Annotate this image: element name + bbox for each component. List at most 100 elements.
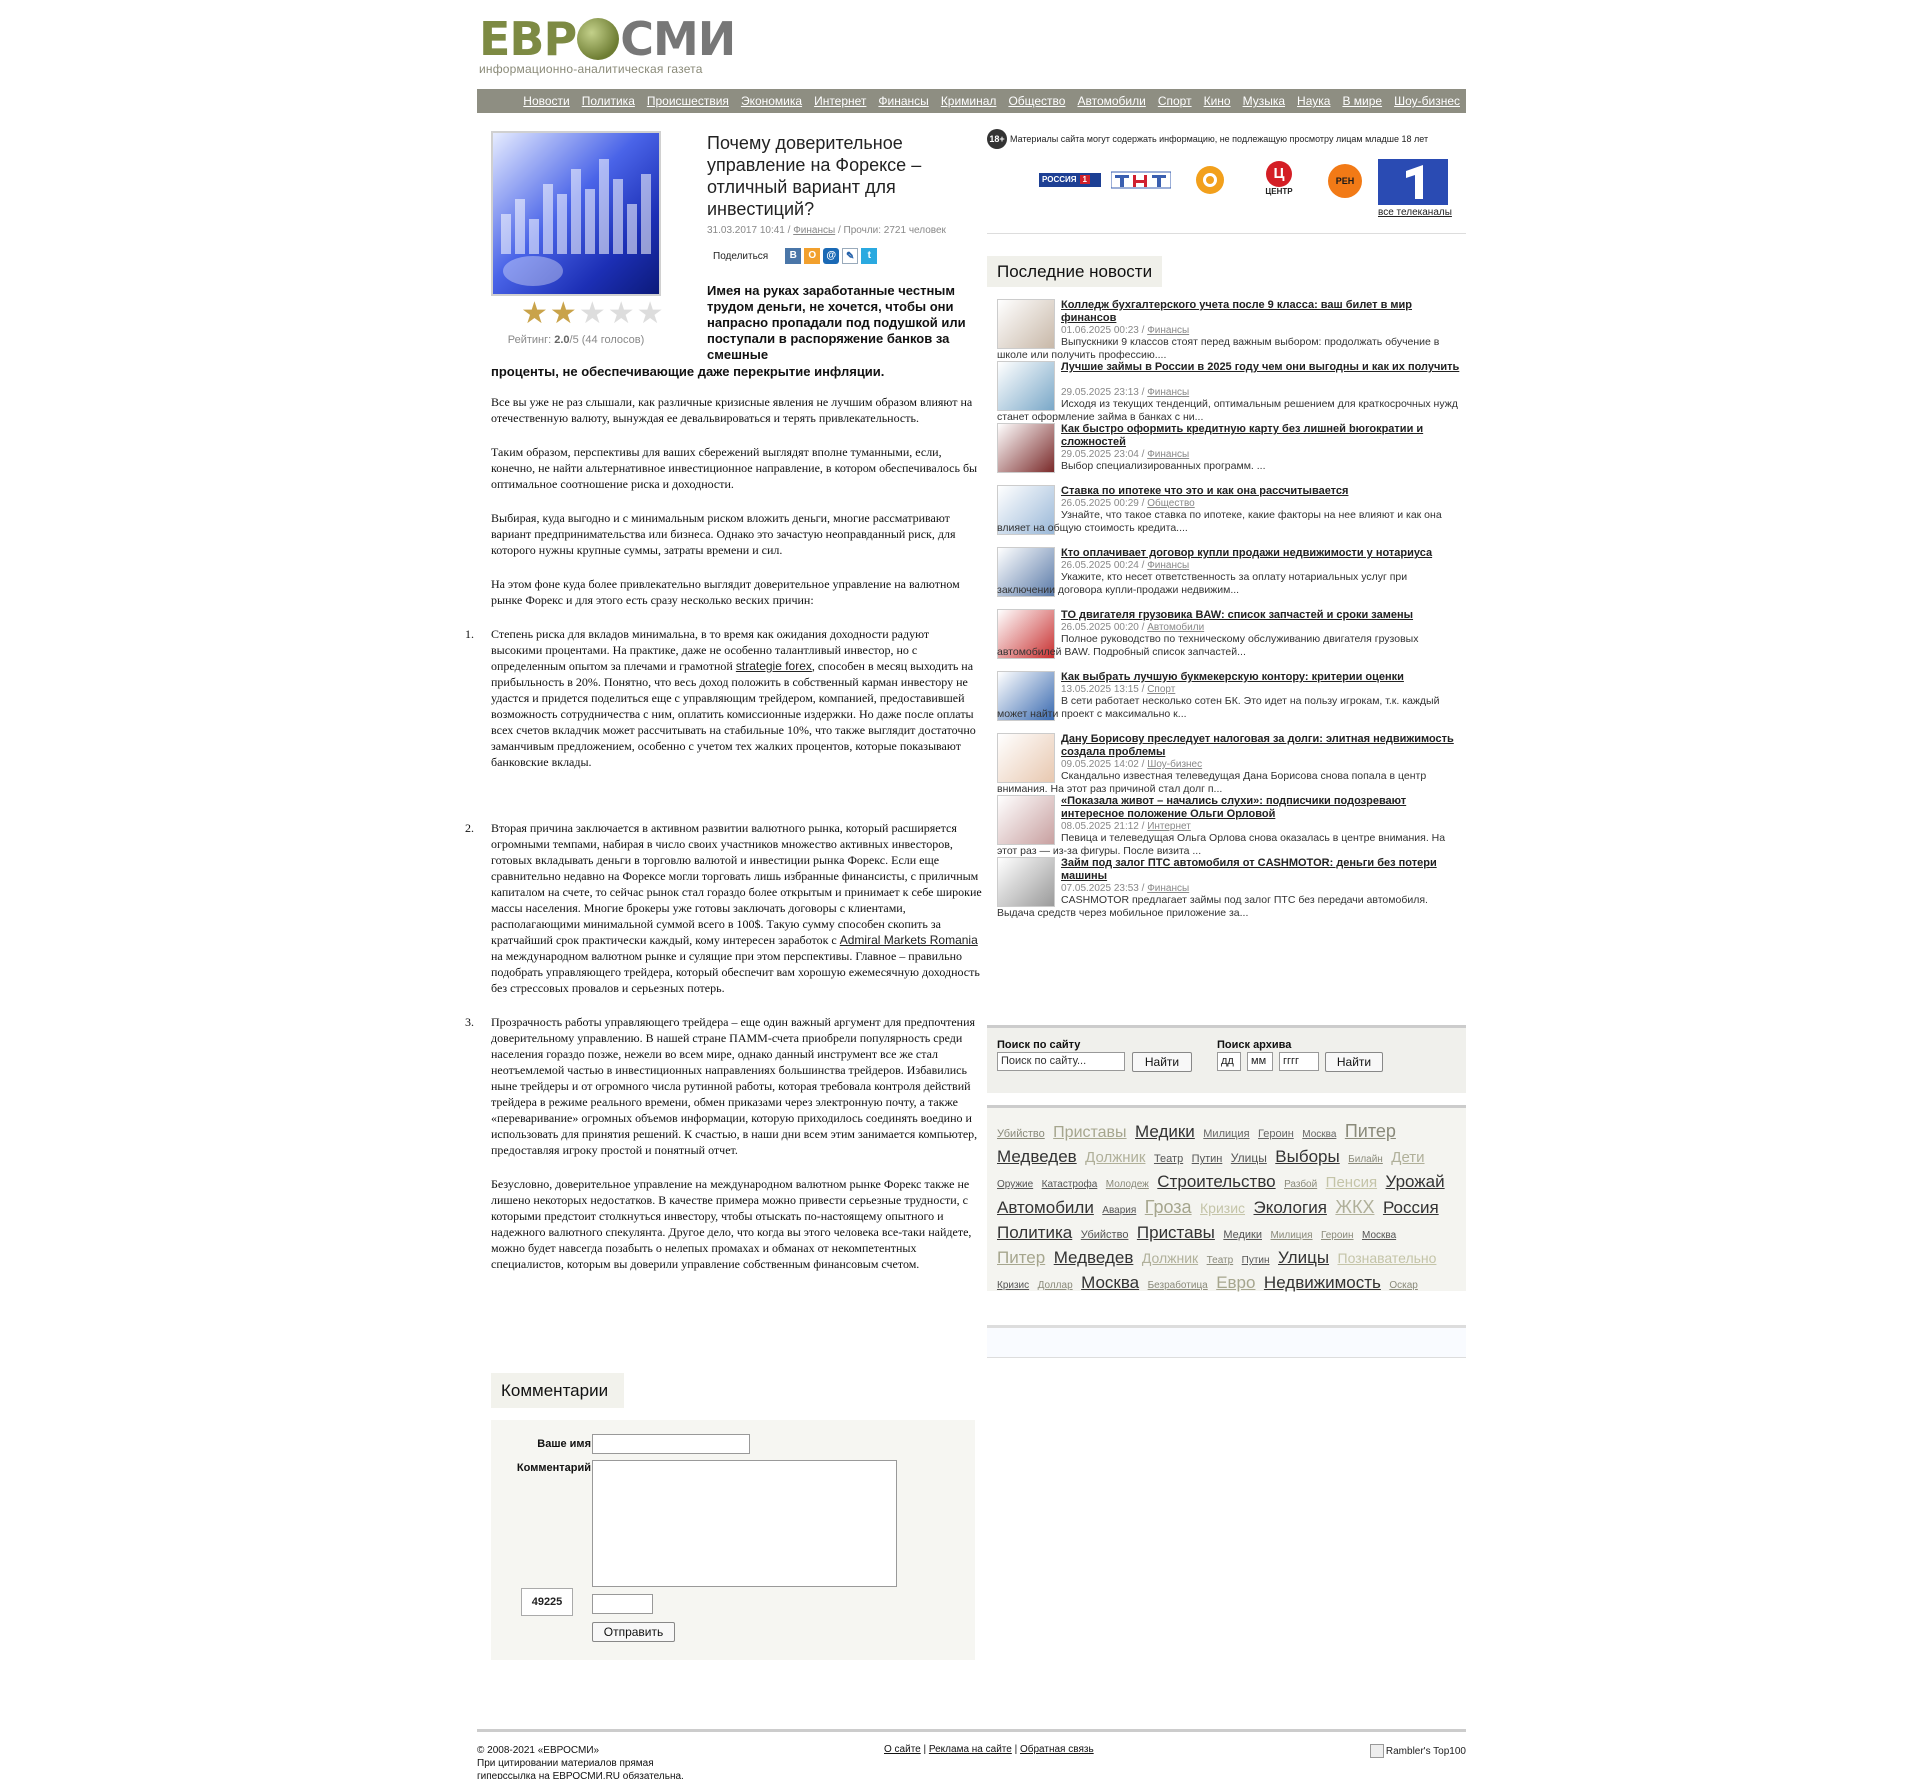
news-title-link[interactable]: ТО двигателя грузовика BAW: список запча…	[1061, 609, 1466, 622]
tnt-logo[interactable]	[1110, 169, 1172, 191]
tag-link[interactable]: Медведев	[1054, 1248, 1134, 1267]
rossiya1-logo[interactable]: РОССИЯ 1	[1039, 173, 1101, 187]
article-category-link[interactable]: Финансы	[793, 225, 835, 236]
admiral-markets-link[interactable]: Admiral Markets Romania	[840, 933, 978, 947]
news-category-link[interactable]: Автомобили	[1147, 622, 1204, 633]
news-title-link[interactable]: Как выбрать лучшую букмекерскую контору:…	[1061, 671, 1466, 684]
tag-link[interactable]: Кризис	[997, 1280, 1029, 1291]
nav-item[interactable]: Интернет	[814, 94, 866, 108]
tag-link[interactable]: Приставы	[1053, 1124, 1126, 1141]
nav-item[interactable]: Шоу-бизнес	[1394, 94, 1460, 108]
tag-link[interactable]: Москва	[1362, 1230, 1396, 1241]
archive-search-button[interactable]: Найти	[1325, 1052, 1383, 1072]
tag-link[interactable]: Недвижимость	[1264, 1273, 1381, 1292]
news-title-link[interactable]: Ставка по ипотеке что это и как она расс…	[1061, 485, 1466, 498]
nav-item[interactable]: Политика	[582, 94, 635, 108]
tag-link[interactable]: Евро	[1216, 1273, 1255, 1292]
about-link[interactable]: О сайте	[884, 1744, 921, 1755]
site-search-button[interactable]: Найти	[1132, 1052, 1192, 1072]
feedback-link[interactable]: Обратная связь	[1020, 1744, 1094, 1755]
all-channels-link[interactable]: все телеканалы	[1378, 207, 1452, 218]
odnoklassniki-icon[interactable]: О	[804, 248, 821, 264]
tag-link[interactable]: Улицы	[1231, 1151, 1267, 1165]
news-title-link[interactable]: Лучшие займы в России в 2025 году чем он…	[1061, 361, 1466, 374]
star-icon[interactable]: ★	[579, 299, 606, 329]
name-input[interactable]	[592, 1434, 750, 1454]
tag-link[interactable]: Театр	[1154, 1153, 1183, 1165]
submit-comment-button[interactable]: Отправить	[592, 1622, 675, 1642]
news-category-link[interactable]: Шоу-бизнес	[1147, 759, 1202, 770]
tag-link[interactable]: Убийство	[1081, 1229, 1129, 1241]
perviy-kanal-logo[interactable]	[1378, 159, 1448, 205]
tag-link[interactable]: Политика	[997, 1223, 1072, 1242]
tag-link[interactable]: Выборы	[1275, 1147, 1339, 1166]
ren-logo[interactable]: РЕН	[1328, 164, 1362, 198]
tag-link[interactable]: Гроза	[1145, 1197, 1192, 1217]
news-category-link[interactable]: Интернет	[1147, 821, 1191, 832]
tsentr-logo[interactable]: Ц ЦЕНТР	[1257, 161, 1301, 205]
tag-link[interactable]: Билайн	[1348, 1154, 1383, 1165]
nav-item[interactable]: Музыка	[1243, 94, 1285, 108]
archive-year-input[interactable]: гггг	[1279, 1052, 1319, 1071]
nav-item[interactable]: Финансы	[878, 94, 928, 108]
tag-link[interactable]: Урожай	[1386, 1172, 1445, 1191]
nav-item[interactable]: Новости	[523, 94, 569, 108]
tag-link[interactable]: Героин	[1321, 1230, 1354, 1241]
tag-link[interactable]: Дети	[1391, 1149, 1424, 1166]
news-category-link[interactable]: Финансы	[1147, 387, 1189, 398]
nav-item[interactable]: Кино	[1204, 94, 1231, 108]
news-title-link[interactable]: Займ под залог ПТС автомобиля от CASHMOT…	[1061, 857, 1466, 883]
tag-link[interactable]: Должник	[1142, 1250, 1198, 1266]
tag-link[interactable]: Оскар	[1389, 1280, 1418, 1291]
star-icon[interactable]: ★	[637, 299, 664, 329]
star-icon[interactable]: ★	[608, 299, 635, 329]
star-icon[interactable]: ★	[550, 299, 577, 329]
site-search-input[interactable]: Поиск по сайту...	[997, 1052, 1125, 1071]
tag-link[interactable]: Разбой	[1284, 1179, 1317, 1190]
tag-link[interactable]: Молодеж	[1106, 1179, 1149, 1190]
news-title-link[interactable]: Кто оплачивает договор купли продажи нед…	[1061, 547, 1466, 560]
news-category-link[interactable]: Спорт	[1147, 684, 1175, 695]
news-title-link[interactable]: «Показала живот – начались слухи»: подпи…	[1061, 795, 1466, 821]
tag-link[interactable]: Строительство	[1157, 1172, 1275, 1191]
tag-link[interactable]: Должник	[1085, 1149, 1145, 1166]
archive-day-input[interactable]: дд	[1217, 1052, 1241, 1071]
tag-link[interactable]: Путин	[1192, 1153, 1223, 1165]
news-title-link[interactable]: Колледж бухгалтерского учета после 9 кла…	[1061, 299, 1466, 325]
tag-link[interactable]: Оружие	[997, 1179, 1033, 1190]
news-category-link[interactable]: Финансы	[1147, 325, 1189, 336]
tag-link[interactable]: ЖКХ	[1335, 1197, 1374, 1217]
star-icon[interactable]: ★	[521, 299, 548, 329]
tag-link[interactable]: Улицы	[1278, 1248, 1329, 1267]
nav-item[interactable]: Спорт	[1158, 94, 1192, 108]
twitter-icon[interactable]: t	[861, 248, 878, 264]
tag-link[interactable]: Медики	[1223, 1229, 1262, 1241]
nav-item[interactable]: Происшествия	[647, 94, 729, 108]
tag-link[interactable]: Милиция	[1203, 1128, 1249, 1140]
tag-link[interactable]: Экология	[1254, 1198, 1327, 1217]
tag-link[interactable]: Питер	[997, 1248, 1045, 1267]
tag-link[interactable]: Катастрофа	[1042, 1179, 1098, 1190]
news-category-link[interactable]: Финансы	[1147, 449, 1189, 460]
archive-month-input[interactable]: мм	[1247, 1052, 1273, 1071]
tag-link[interactable]: Москва	[1081, 1273, 1139, 1292]
captcha-input[interactable]	[592, 1594, 653, 1614]
tag-link[interactable]: Москва	[1302, 1129, 1336, 1140]
strategie-forex-link[interactable]: strategie forex	[736, 659, 812, 673]
tag-link[interactable]: Путин	[1242, 1255, 1270, 1266]
tag-link[interactable]: Автомобили	[997, 1198, 1094, 1217]
vk-icon[interactable]: В	[785, 248, 802, 264]
tag-link[interactable]: Театр	[1207, 1255, 1234, 1266]
rambler-counter[interactable]: Rambler's Top100	[1369, 1744, 1466, 1758]
nav-item[interactable]: В мире	[1342, 94, 1382, 108]
news-category-link[interactable]: Финансы	[1147, 883, 1189, 894]
livejournal-icon[interactable]: ✎	[842, 248, 859, 264]
tag-link[interactable]: Медики	[1135, 1122, 1195, 1141]
news-category-link[interactable]: Финансы	[1147, 560, 1189, 571]
tag-link[interactable]: Приставы	[1137, 1223, 1215, 1242]
tag-link[interactable]: Убийство	[997, 1128, 1045, 1140]
tag-link[interactable]: Медведев	[997, 1147, 1077, 1166]
nav-item[interactable]: Наука	[1297, 94, 1330, 108]
news-category-link[interactable]: Общество	[1147, 498, 1195, 509]
tag-link[interactable]: Милиция	[1270, 1230, 1312, 1241]
